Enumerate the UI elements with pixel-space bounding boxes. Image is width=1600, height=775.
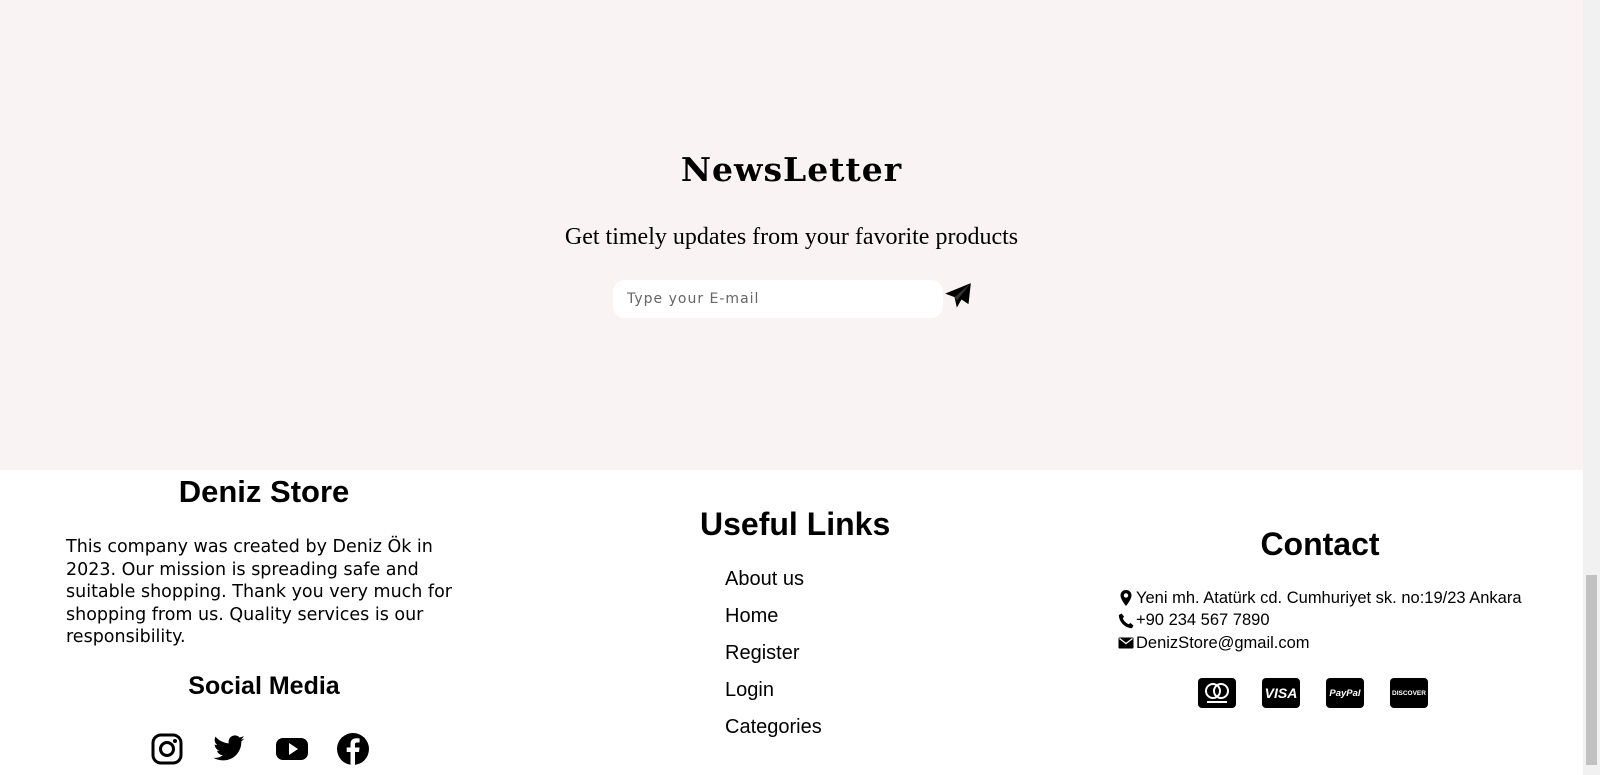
store-name: Deniz Store (178, 474, 350, 509)
paypal-label: PayPal (1329, 687, 1361, 699)
facebook-icon (337, 733, 369, 765)
envelope-icon (1118, 637, 1134, 649)
useful-links-title: Useful Links (700, 506, 891, 542)
list-item: Home (725, 605, 822, 642)
payment-icons: VISA PayPal DISCOVER (1198, 678, 1454, 708)
contact-email: DenizStore@gmail.com (1118, 632, 1522, 655)
email-text: DenizStore@gmail.com (1136, 633, 1310, 652)
map-pin-icon (1120, 590, 1132, 607)
newsletter-section: NewsLetter Get timely updates from your … (0, 0, 1583, 470)
visa-label: VISA (1264, 685, 1298, 701)
list-item: Register (725, 642, 822, 679)
useful-links-list: About us Home Register Login Categories (725, 568, 822, 753)
contact-title: Contact (1260, 526, 1380, 562)
youtube-icon (276, 738, 308, 760)
link-home[interactable]: Home (725, 605, 778, 627)
discover-label: DISCOVER (1392, 689, 1426, 697)
link-login[interactable]: Login (725, 679, 774, 701)
mastercard-logo (1205, 683, 1229, 703)
phone-icon (1118, 613, 1134, 628)
twitter-icon (213, 735, 245, 761)
newsletter-title: NewsLetter (680, 150, 903, 189)
page: NewsLetter Get timely updates from your … (0, 0, 1600, 775)
instagram-icon (151, 733, 183, 765)
twitter-link[interactable] (212, 732, 246, 766)
email-input[interactable] (613, 280, 943, 318)
discover-icon: DISCOVER (1390, 678, 1428, 708)
scrollbar-thumb[interactable] (1586, 575, 1597, 765)
paypal-icon: PayPal (1326, 678, 1364, 708)
social-icons (150, 732, 398, 766)
youtube-link[interactable] (274, 732, 308, 766)
contact-address: Yeni mh. Atatürk cd. Cumhuriyet sk. no:1… (1118, 587, 1522, 610)
newsletter-subtitle: Get timely updates from your favorite pr… (564, 224, 1019, 250)
list-item: Login (725, 679, 822, 716)
phone-text: +90 234 567 7890 (1136, 611, 1270, 630)
address-text: Yeni mh. Atatürk cd. Cumhuriyet sk. no:1… (1136, 588, 1522, 607)
link-about-us[interactable]: About us (725, 568, 804, 590)
about-description: This company was created by Deniz Ök in … (66, 537, 452, 647)
link-categories[interactable]: Categories (725, 716, 822, 738)
link-register[interactable]: Register (725, 642, 799, 664)
mastercard-icon (1198, 678, 1236, 708)
contact-phone: +90 234 567 7890 (1118, 610, 1522, 633)
send-button[interactable] (944, 282, 972, 310)
list-item: Categories (725, 716, 822, 753)
instagram-link[interactable] (150, 732, 184, 766)
facebook-link[interactable] (336, 732, 370, 766)
contact-lines: Yeni mh. Atatürk cd. Cumhuriyet sk. no:1… (1118, 587, 1522, 655)
social-media-title: Social Media (188, 672, 340, 700)
page-scrollbar[interactable] (1583, 0, 1600, 775)
list-item: About us (725, 568, 822, 605)
paper-plane-icon (945, 283, 971, 308)
visa-icon: VISA (1262, 678, 1300, 708)
